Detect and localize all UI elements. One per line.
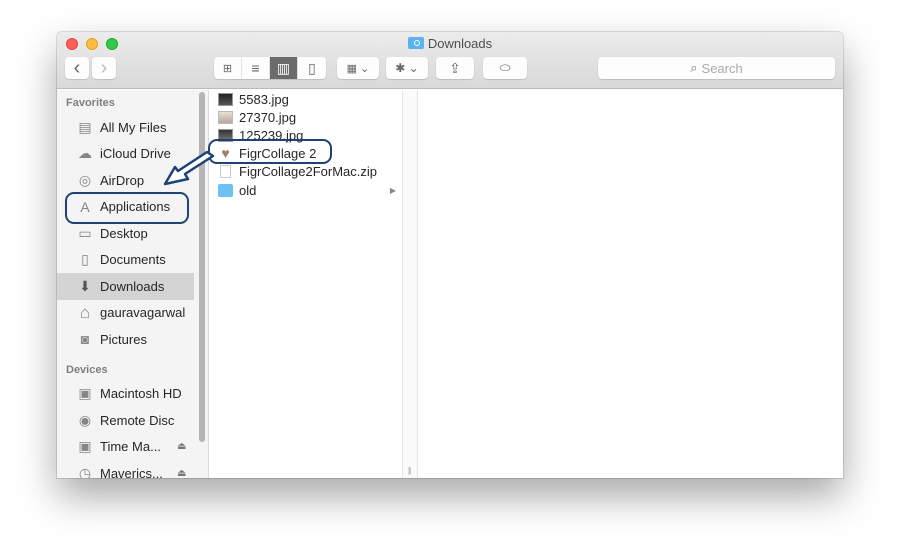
annotation-arrow-shape	[163, 150, 215, 186]
annotation-arrow	[163, 150, 215, 186]
finder-window: Downloads ‹ › ⊞ ≡ ▥ ▯ ▦ ⌄ ✱ ⌄ ⇪ ⬭ ⌕ Sear…	[57, 32, 843, 478]
